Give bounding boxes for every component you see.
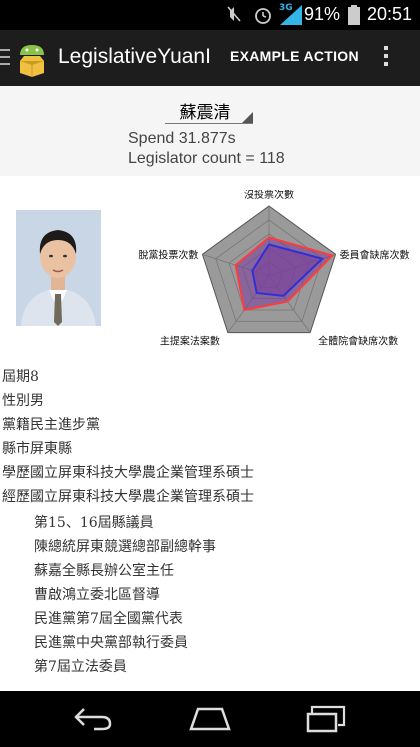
action-bar: LegislativeYuanI EXAMPLE ACTION <box>0 30 420 86</box>
experience-item: 第7屆立法委員 <box>34 659 127 675</box>
alarm-icon <box>255 8 271 24</box>
spend-time: Spend 31.877s <box>128 130 236 147</box>
back-icon[interactable] <box>72 705 114 731</box>
profile-line: 黨籍民主進步黨 <box>2 417 100 433</box>
profile-line: 屆期8 <box>2 369 39 385</box>
app-title: LegislativeYuanI <box>58 45 210 68</box>
battery-icon <box>348 5 360 25</box>
profile-line: 縣市屏東縣 <box>2 441 72 457</box>
home-icon[interactable] <box>188 705 232 731</box>
legislator-photo <box>16 210 101 326</box>
radar-axis-label: 全體院會缺席次數 <box>318 335 398 348</box>
radar-axis-label: 委員會缺席次數 <box>340 248 410 261</box>
overflow-menu-icon[interactable] <box>384 46 390 70</box>
muted-icon <box>227 6 241 22</box>
radar-chart: 沒投票次數委員會缺席次數全體院會缺席次數 主提案法案數 脫黨投票次數 <box>138 190 410 348</box>
example-action-button[interactable]: EXAMPLE ACTION <box>230 48 359 64</box>
menu-icon[interactable] <box>0 48 10 66</box>
legislator-name: 蘇震清 <box>179 103 231 123</box>
legislator-count: Legislator count = 118 <box>128 150 285 167</box>
navigation-bar <box>0 691 420 747</box>
experience-item: 第15、16屆縣議員 <box>34 515 154 531</box>
experience-item: 曹啟鴻立委北區督導 <box>34 587 160 603</box>
radar-axis-label: 沒投票次數 <box>244 190 294 201</box>
experience-item: 陳總統屏東競選總部副總幹事 <box>34 539 216 555</box>
legislator-spinner[interactable]: 蘇震清 <box>165 94 253 124</box>
clock: 20:51 <box>366 4 412 24</box>
recent-apps-icon[interactable] <box>306 705 346 733</box>
android-logo-icon[interactable] <box>14 39 50 77</box>
battery-percent: 91% <box>303 4 340 24</box>
signal-icon <box>280 5 302 25</box>
radar-axis-label: 主提案法案數 <box>160 335 220 348</box>
experience-item: 民進黨第7屆全國黨代表 <box>34 611 183 627</box>
experience-item: 民進黨中央黨部執行委員 <box>34 635 188 651</box>
experience-item: 蘇嘉全縣長辦公室主任 <box>34 563 174 579</box>
profile-line: 性別男 <box>2 393 44 409</box>
radar-axis-label: 脫黨投票次數 <box>138 248 198 261</box>
header-area: 蘇震清 Spend 31.877s Legislator count = 118 <box>0 86 420 176</box>
main-content: 蘇震清 Spend 31.877s Legislator count = 118… <box>0 86 420 691</box>
profile-line: 學歷國立屏東科技大學農企業管理系碩士 <box>2 465 254 481</box>
profile-line: 經歷國立屏東科技大學農企業管理系碩士 <box>2 489 254 505</box>
status-bar: 3G 91% 20:51 <box>0 0 420 30</box>
